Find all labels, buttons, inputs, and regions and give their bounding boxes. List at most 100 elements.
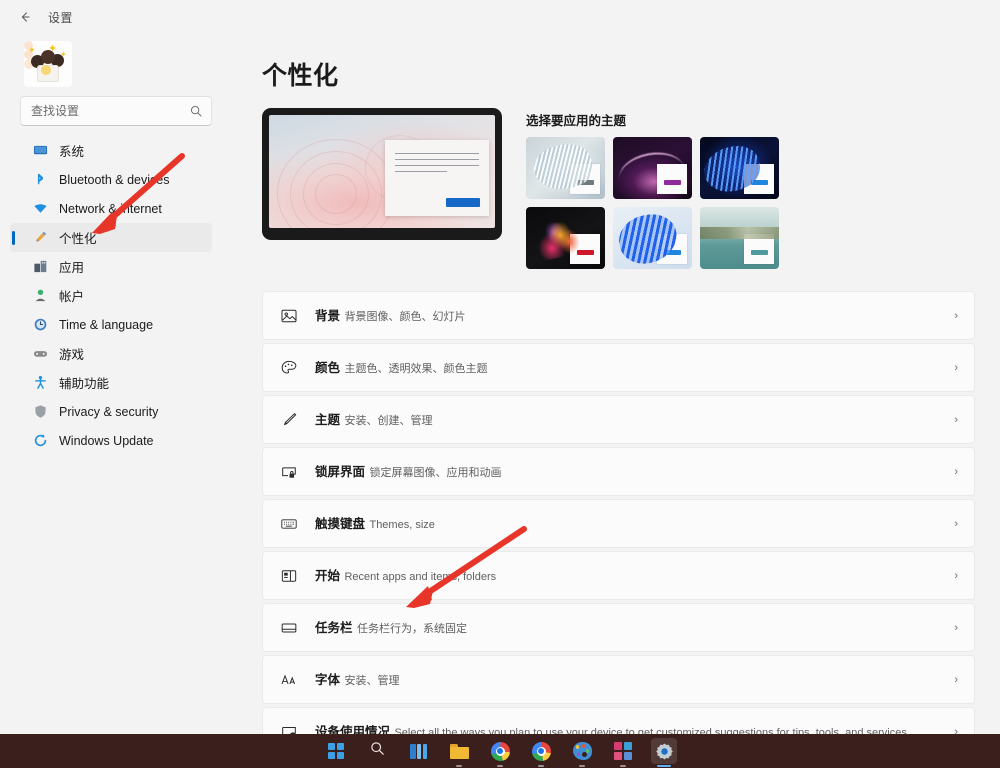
chevron-right-icon: › [954, 466, 960, 478]
search-input[interactable] [21, 98, 181, 124]
row-colors[interactable]: 颜色 主题色、透明效果、颜色主题 › [262, 343, 975, 392]
accessibility-icon [32, 375, 48, 391]
running-indicator [657, 765, 671, 767]
row-start[interactable]: 开始 Recent apps and items, folders › [262, 551, 975, 600]
theme-flow-blue-dark[interactable] [700, 137, 779, 199]
sidebar-item-gaming[interactable]: 游戏 [10, 339, 212, 368]
running-indicator [497, 765, 503, 767]
window-titlebar: 设置 [0, 0, 1000, 34]
theme-landscape[interactable] [700, 207, 779, 269]
sidebar-item-label: 应用 [59, 257, 84, 276]
chevron-right-icon: › [954, 622, 960, 634]
chevron-right-icon: › [954, 570, 960, 582]
apps-icon [32, 259, 48, 275]
sidebar-item-privacy-security[interactable]: Privacy & security [10, 397, 212, 426]
gear-icon [655, 742, 674, 761]
chevron-right-icon: › [954, 414, 960, 426]
taskbar-settings[interactable] [651, 738, 677, 764]
theme-window-preview [570, 164, 600, 194]
sidebar-item-label: Network & internet [59, 202, 162, 216]
theme-flower-dark[interactable] [526, 207, 605, 269]
taskbar [0, 734, 1000, 768]
row-lock-screen[interactable]: 锁屏界面 锁定屏幕图像、应用和动画 › [262, 447, 975, 496]
chrome-icon [532, 742, 551, 761]
search-icon [369, 740, 386, 762]
lock-screen-icon [279, 462, 299, 482]
theme-window-preview [744, 164, 774, 194]
system-monitor-icon [32, 143, 48, 159]
desktop-preview-screen [269, 115, 495, 228]
row-subtitle: 锁定屏幕图像、应用和动画 [369, 467, 501, 479]
desktop-preview [262, 108, 502, 240]
widgets-icon [410, 744, 427, 759]
sidebar-item-accessibility[interactable]: 辅助功能 [10, 368, 212, 397]
sidebar-item-windows-update[interactable]: Windows Update [10, 426, 212, 455]
avatar[interactable]: ✦ ✦ ✦ [20, 40, 76, 88]
row-fonts[interactable]: 字体 安装、管理 › [262, 655, 975, 704]
start-layout-icon [279, 566, 299, 586]
accounts-person-icon [32, 288, 48, 304]
theme-window-preview [657, 234, 687, 264]
back-arrow-icon[interactable] [12, 4, 38, 30]
taskbar-browser-one[interactable] [487, 738, 513, 764]
theme-bloom-light[interactable] [526, 137, 605, 199]
sidebar-item-apps[interactable]: 应用 [10, 252, 212, 281]
theme-picker-title: 选择要应用的主题 [526, 110, 1000, 129]
sidebar-item-label: Windows Update [59, 434, 154, 448]
clock-icon [32, 317, 48, 333]
row-title: 开始 [315, 569, 340, 583]
office-tiles-icon [614, 742, 632, 760]
theme-picker: 选择要应用的主题 [526, 108, 1000, 269]
taskbar-file-explorer[interactable] [446, 738, 472, 764]
taskbar-icon [279, 618, 299, 638]
chevron-right-icon: › [954, 674, 960, 686]
sidebar-item-label: 游戏 [59, 344, 84, 363]
theme-dark-purple[interactable] [613, 137, 692, 199]
sidebar-item-personalization[interactable]: 个性化 [10, 223, 212, 252]
sidebar-item-label: Bluetooth & devices [59, 173, 170, 187]
row-device-usage[interactable]: 设备使用情况 Select all the ways you plan to u… [262, 707, 975, 734]
bluetooth-icon [32, 172, 48, 188]
avatar-image: ✦ ✦ ✦ [24, 41, 72, 87]
windows-start-icon [328, 743, 344, 759]
row-title: 主题 [315, 413, 340, 427]
preview-and-themes: 选择要应用的主题 [262, 108, 1000, 269]
row-subtitle: Recent apps and items, folders [344, 571, 496, 583]
sidebar-item-network-internet[interactable]: Network & internet [10, 194, 212, 223]
theme-flow-blue-light[interactable] [613, 207, 692, 269]
row-themes[interactable]: 主题 安装、创建、管理 › [262, 395, 975, 444]
settings-list: 背景 背景图像、颜色、幻灯片 › 颜色 主题色、透明效果、颜色主题 [262, 291, 975, 734]
running-indicator [620, 765, 626, 767]
row-touch-keyboard[interactable]: 触摸键盘 Themes, size › [262, 499, 975, 548]
taskbar-widgets-button[interactable] [405, 738, 431, 764]
taskbar-search-button[interactable] [364, 738, 390, 764]
taskbar-browser-two[interactable] [528, 738, 554, 764]
sidebar-item-accounts[interactable]: 帐户 [10, 281, 212, 310]
taskbar-paint[interactable] [569, 738, 595, 764]
window-title: 设置 [48, 9, 73, 26]
row-background[interactable]: 背景 背景图像、颜色、幻灯片 › [262, 291, 975, 340]
row-taskbar[interactable]: 任务栏 任务栏行为，系统固定 › [262, 603, 975, 652]
device-usage-icon [279, 722, 299, 735]
theme-window-preview [657, 164, 687, 194]
search-settings-box[interactable] [20, 96, 212, 126]
row-subtitle: Select all the ways you plan to use your… [394, 727, 909, 735]
row-title: 设备使用情况 [315, 725, 390, 735]
row-subtitle: 任务栏行为，系统固定 [357, 623, 467, 635]
sidebar-item-time-language[interactable]: Time & language [10, 310, 212, 339]
theme-window-preview [570, 234, 600, 264]
sidebar-item-label: 系统 [59, 141, 84, 160]
row-title: 锁屏界面 [315, 465, 365, 479]
sidebar-item-system[interactable]: 系统 [10, 136, 212, 165]
preview-window-accent-button [446, 198, 480, 207]
paint-palette-icon [573, 742, 592, 760]
taskbar-start-button[interactable] [323, 738, 349, 764]
row-title: 触摸键盘 [315, 517, 365, 531]
sidebar-item-bluetooth-devices[interactable]: Bluetooth & devices [10, 165, 212, 194]
picture-icon [279, 306, 299, 326]
row-title: 颜色 [315, 361, 340, 375]
folder-icon [450, 744, 469, 759]
preview-window [385, 140, 489, 216]
paintbrush-icon [279, 410, 299, 430]
taskbar-office-app[interactable] [610, 738, 636, 764]
